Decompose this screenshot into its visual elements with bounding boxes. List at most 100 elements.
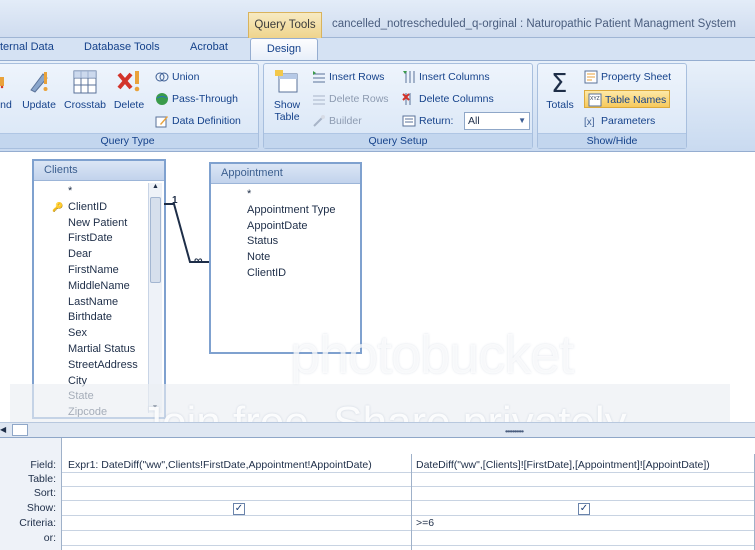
column-separator[interactable] [411, 454, 412, 550]
row-label-show: Show: [26, 502, 56, 514]
grid-line [62, 515, 755, 516]
grid-line [62, 472, 755, 473]
svg-text:Σ: Σ [551, 69, 567, 96]
show-table-button[interactable]: Show Table [270, 68, 304, 123]
grid-line [62, 530, 755, 531]
field-list-item[interactable]: FirstDate [34, 231, 164, 247]
crosstab-icon [73, 70, 97, 94]
parameters-icon: [x] [584, 117, 595, 128]
builder-button[interactable]: Builder [312, 112, 362, 130]
parameters-label: Parameters [601, 115, 656, 127]
property-sheet-label: Property Sheet [601, 71, 672, 83]
table-names-label: Table Names [605, 94, 667, 106]
tab-database-tools[interactable]: Database Tools [84, 41, 160, 53]
return-icon [402, 115, 416, 127]
delete-button[interactable]: Delete [109, 68, 149, 111]
field-list-item[interactable]: Note [211, 250, 360, 266]
query-tools-context-label: Query Tools [248, 12, 322, 38]
tab-design[interactable]: Design [250, 38, 318, 61]
field-list-item[interactable]: ClientID [211, 266, 360, 282]
delete-rows-icon [313, 95, 325, 105]
row-label-field: Field: [30, 459, 56, 471]
delete-rows-button[interactable]: Delete Rows [312, 90, 389, 108]
return-value: All [468, 115, 480, 127]
field-list-item[interactable]: LastName [34, 295, 164, 311]
query-setup-label: Query Setup [264, 133, 532, 148]
relationship-many-label: ∞ [194, 253, 203, 267]
tab-acrobat[interactable]: Acrobat [190, 41, 228, 53]
column2-show-checkbox[interactable]: ✓ [578, 503, 590, 515]
totals-button[interactable]: Σ Totals [542, 68, 578, 111]
chevron-down-icon: ▼ [518, 116, 526, 125]
clients-table-window[interactable]: Clients * ClientID New Patient FirstDate… [32, 159, 166, 419]
table-names-button[interactable]: XYZ Table Names [584, 90, 671, 108]
column1-show-checkbox[interactable]: ✓ [233, 503, 245, 515]
crosstab-label: Crosstab [63, 99, 106, 111]
query-type-label: Query Type [0, 133, 258, 148]
column2-field-cell[interactable]: DateDiff("ww",[Clients]![FirstDate],[App… [416, 459, 710, 471]
query-design-grid[interactable]: Field: Table: Sort: Show: Criteria: or: … [0, 438, 755, 550]
column2-criteria-cell[interactable]: >=6 [416, 517, 434, 529]
append-label: nd [0, 99, 12, 111]
field-list-item-primary-key[interactable]: ClientID [34, 200, 164, 216]
field-list-item[interactable]: Dear [34, 247, 164, 263]
insert-rows-label: Insert Rows [329, 71, 385, 83]
delete-label: Delete [113, 99, 145, 111]
append-button[interactable]: nd [0, 68, 15, 111]
field-list-item[interactable]: City [34, 374, 164, 390]
grid-line [62, 486, 755, 487]
insert-rows-button[interactable]: Insert Rows [312, 68, 384, 86]
field-list-item[interactable]: Zipcode [34, 405, 164, 417]
property-sheet-button[interactable]: Property Sheet [584, 68, 671, 86]
scroll-left-icon[interactable]: ◀ [0, 425, 6, 434]
tab-external-data[interactable]: ternal Data [0, 41, 54, 53]
column1-field-cell[interactable]: Expr1: DateDiff("ww",Clients!FirstDate,A… [68, 459, 372, 471]
clients-field-list: * ClientID New Patient FirstDate Dear Fi… [34, 181, 164, 417]
ribbon-tabs: ternal Data Database Tools Acrobat Desig… [0, 38, 755, 61]
field-list-item[interactable]: * [34, 184, 164, 200]
delete-columns-label: Delete Columns [419, 93, 494, 105]
insert-columns-button[interactable]: Insert Columns [402, 68, 490, 86]
scroll-box[interactable] [12, 424, 28, 436]
union-button[interactable]: Union [155, 68, 199, 86]
clients-table-title[interactable]: Clients [34, 161, 164, 181]
field-list-item[interactable]: StreetAddress [34, 358, 164, 374]
return-label-wrap: Return: [402, 112, 453, 130]
field-list-item[interactable]: Sex [34, 326, 164, 342]
crosstab-button[interactable]: Crosstab [61, 68, 109, 111]
splitter-grip[interactable]: •••••••••• [505, 427, 524, 436]
show-label: Show [273, 99, 301, 111]
totals-label: Totals [546, 99, 574, 111]
append-icon [0, 77, 4, 89]
appointment-table-title[interactable]: Appointment [211, 164, 360, 184]
field-list-item[interactable]: New Patient [34, 216, 164, 232]
appointment-table-window[interactable]: Appointment * Appointment Type AppointDa… [209, 162, 362, 354]
field-list-item[interactable]: AppointDate [211, 219, 360, 235]
data-definition-button[interactable]: Data Definition [155, 112, 241, 130]
pencil-icon [155, 116, 168, 128]
scroll-down-icon[interactable]: ▼ [149, 404, 161, 411]
field-list-item[interactable]: * [211, 187, 360, 203]
query-design-pane[interactable]: Clients * ClientID New Patient FirstDate… [0, 152, 755, 462]
field-list-item[interactable]: FirstName [34, 263, 164, 279]
query-setup-group: Show Table Insert Rows Delete Rows Build… [263, 63, 533, 149]
row-label-table: Table: [27, 473, 56, 485]
field-list-item[interactable]: Status [211, 234, 360, 250]
field-list-item[interactable]: MiddleName [34, 279, 164, 295]
field-list-item[interactable]: Birthdate [34, 310, 164, 326]
row-label-criteria: Criteria: [19, 517, 56, 529]
union-icon [155, 72, 169, 82]
field-list-item[interactable]: State [34, 389, 164, 405]
pass-through-button[interactable]: Pass-Through [155, 90, 238, 108]
window-title: cancelled_notrescheduled_q-orginal : Nat… [332, 18, 737, 30]
relationship-one-label: 1 [172, 195, 178, 206]
return-dropdown[interactable]: All ▼ [464, 112, 530, 130]
pane-splitter[interactable]: ◀ •••••••••• [0, 422, 755, 438]
update-button[interactable]: Update [19, 68, 59, 111]
svg-text:[x]: [x] [584, 117, 595, 128]
parameters-button[interactable]: [x] Parameters [584, 112, 655, 130]
delete-columns-button[interactable]: Delete Columns [402, 90, 494, 108]
field-list-item[interactable]: Martial Status [34, 342, 164, 358]
delete-rows-label: Delete Rows [329, 93, 389, 105]
field-list-item[interactable]: Appointment Type [211, 203, 360, 219]
